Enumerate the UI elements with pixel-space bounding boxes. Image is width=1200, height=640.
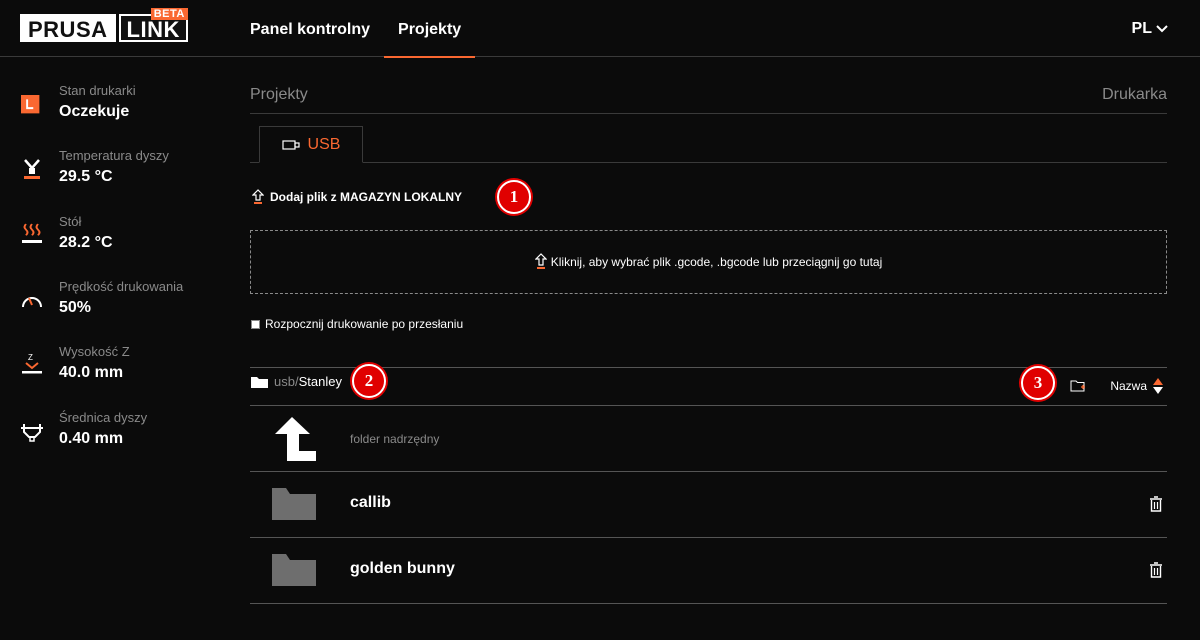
parent-folder-row[interactable]: folder nadrzędny [250, 406, 1167, 472]
folder-icon [272, 554, 316, 586]
stat-nozzle-diameter: Średnica dyszy 0.40 mm [0, 410, 220, 470]
stat-value: 50% [59, 299, 92, 316]
breadcrumb: Projekty Drukarka [250, 82, 1167, 114]
heatbed-icon [22, 223, 42, 243]
folder-icon [272, 488, 316, 520]
prusalink-logo[interactable]: PRUSA LINK BETA [20, 8, 188, 42]
annotation-marker-3: 3 [1021, 366, 1055, 400]
folder-row[interactable]: golden bunny [250, 538, 1167, 604]
language-selector[interactable]: PL [1132, 20, 1168, 38]
stat-label: Stan drukarki [59, 83, 136, 98]
folder-open-icon [251, 376, 268, 388]
z-height-icon: Z [22, 353, 42, 374]
stat-nozzle-temperature: Temperatura dyszy 29.5 °C [0, 148, 220, 208]
logo-link-label: LINK [126, 17, 180, 42]
stat-value: 28.2 °C [59, 234, 113, 251]
annotation-marker-2: 2 [352, 364, 386, 398]
arrow-up-icon [275, 417, 316, 461]
dropzone-text: Kliknij, aby wybrać plik .gcode, .bgcode… [550, 255, 883, 269]
logo-prusa-text: PRUSA [20, 14, 116, 42]
path-current: Stanley [298, 374, 342, 389]
stat-value: Oczekuje [59, 103, 130, 120]
nozzle-temperature-icon [24, 159, 40, 179]
breadcrumb-projects[interactable]: Projekty [250, 86, 308, 104]
sort-arrows-icon [1153, 378, 1163, 394]
storage-tabs: USB [250, 126, 1167, 163]
logo-link-text: LINK BETA [118, 8, 188, 42]
tab-usb[interactable]: USB [259, 126, 363, 163]
upload-icon [252, 189, 264, 204]
trash-icon[interactable] [1149, 562, 1163, 578]
upload-title-label: Dodaj plik z MAGAZYN LOKALNY [270, 190, 462, 204]
stat-label: Stół [59, 214, 82, 229]
printer-state-icon [21, 95, 40, 114]
chevron-down-icon [1156, 25, 1168, 33]
stat-value: 0.40 mm [59, 430, 124, 447]
breadcrumb-printer[interactable]: Drukarka [1102, 86, 1167, 104]
folder-name: golden bunny [350, 560, 455, 577]
parent-folder-label: folder nadrzędny [350, 432, 440, 446]
folder-name: callib [350, 494, 391, 511]
stat-heatbed: Stół 28.2 °C [0, 214, 220, 274]
trash-icon[interactable] [1149, 496, 1163, 512]
stat-z-height: Z Wysokość Z 40.0 mm [0, 344, 220, 404]
stat-label: Prędkość drukowania [59, 279, 184, 294]
upload-section-title[interactable]: Dodaj plik z MAGAZYN LOKALNY [252, 189, 462, 205]
top-header: PRUSA LINK BETA Panel kontrolny Projekty… [0, 0, 1200, 58]
annotation-marker-1: 1 [497, 180, 531, 214]
autostart-option[interactable]: Rozpocznij drukowanie po przesłaniu [251, 317, 463, 331]
beta-badge: BETA [150, 8, 188, 20]
new-folder-icon[interactable] [1070, 378, 1086, 394]
stat-value: 29.5 °C [59, 168, 113, 185]
stat-label: Średnica dyszy [59, 410, 148, 425]
upload-icon [534, 253, 547, 269]
sort-label: Nazwa [1110, 379, 1147, 393]
current-path: usb/Stanley [250, 374, 342, 389]
stat-label: Temperatura dyszy [59, 148, 169, 163]
nav-dashboard[interactable]: Panel kontrolny [250, 0, 384, 57]
stat-value: 40.0 mm [59, 364, 124, 381]
autostart-label: Rozpocznij drukowanie po przesłaniu [265, 317, 464, 331]
path-prefix[interactable]: usb/ [274, 374, 299, 389]
nozzle-diameter-icon [21, 424, 43, 442]
autostart-checkbox[interactable] [251, 319, 260, 329]
nav-projects[interactable]: Projekty [384, 0, 476, 58]
sort-control[interactable]: Nazwa [1110, 377, 1163, 395]
main-nav: Panel kontrolny Projekty [250, 0, 476, 58]
file-dropzone[interactable]: Kliknij, aby wybrać plik .gcode, .bgcode… [250, 230, 1167, 294]
stat-print-speed: Prędkość drukowania 50% [0, 279, 220, 339]
svg-text:Z: Z [28, 353, 33, 362]
tab-usb-label: USB [307, 135, 341, 153]
folder-row[interactable]: callib [250, 472, 1167, 538]
speed-gauge-icon [22, 297, 42, 308]
language-label: PL [1131, 20, 1152, 37]
usb-drive-icon [281, 139, 300, 150]
stat-label: Wysokość Z [59, 344, 130, 359]
stat-printer-state: Stan drukarki Oczekuje [0, 83, 220, 143]
